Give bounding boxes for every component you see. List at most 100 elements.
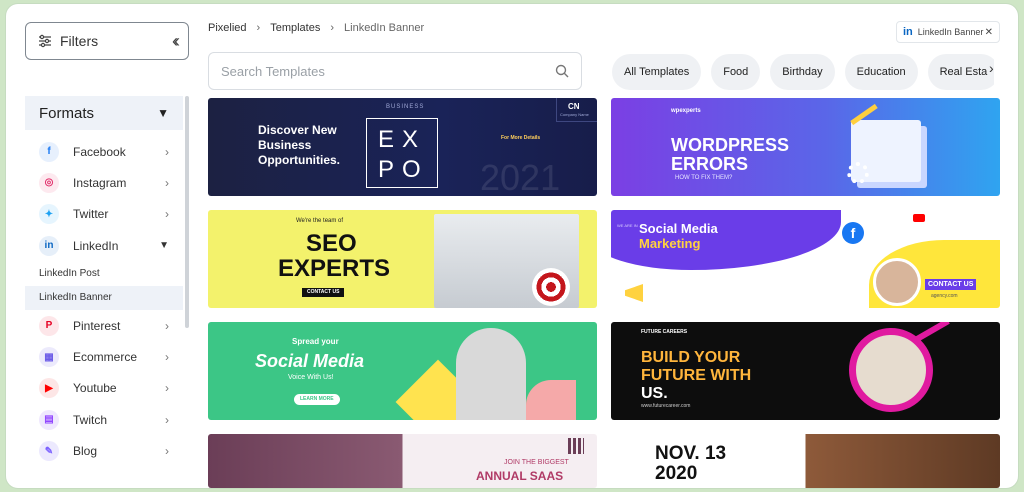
sliders-icon: [39, 34, 51, 48]
card-cta[interactable]: CONTACT US: [925, 279, 977, 290]
collapse-icon[interactable]: ‹‹: [172, 31, 180, 52]
card-main: Social Media: [255, 351, 365, 371]
gear-icon: [847, 162, 869, 184]
card-line-2: Marketing: [639, 236, 701, 251]
sidebar-item-twitch[interactable]: ▤ Twitch ›: [25, 404, 183, 435]
megaphone-icon: [625, 284, 643, 302]
template-card-seo[interactable]: We're the team of SEO EXPERTS CONTACT US: [208, 210, 597, 308]
search-box: [208, 52, 582, 90]
template-card-social-marketing[interactable]: WE ARE IN Social Media Marketing CONTACT…: [611, 210, 1000, 308]
qr-code-icon: [568, 438, 584, 454]
sidebar-item-label: Twitter: [73, 207, 109, 222]
sidebar-item-linkedin[interactable]: in LinkedIn ▼: [25, 230, 183, 261]
card-line-2: ANNUAL SAAS: [476, 469, 564, 483]
pinterest-icon: P: [39, 315, 59, 336]
card-line-1: NOV. 13: [655, 443, 727, 464]
twitch-icon: ▤: [39, 409, 59, 430]
chevron-right-icon: ›: [165, 144, 169, 159]
active-filter-label: LinkedIn Banner: [917, 27, 984, 37]
person-photo: [456, 328, 526, 420]
category-chips: All Templates Food Birthday Education Re…: [612, 54, 994, 90]
template-card-expo[interactable]: BUSINESS Discover New Business Opportuni…: [208, 98, 597, 196]
card-top: Spread your: [292, 337, 339, 346]
chevron-right-icon: ›: [165, 444, 169, 459]
chip-real-estate[interactable]: Real Esta: [927, 54, 994, 90]
card-tag: BUSINESS: [386, 104, 425, 110]
sidebar-item-label: Facebook: [73, 144, 126, 159]
sidebar-item-ecommerce[interactable]: ▦ Ecommerce ›: [25, 341, 183, 372]
template-card-future-careers[interactable]: FUTURE CAREERS BUILD YOUR FUTURE WITH US…: [611, 322, 1000, 420]
sidebar-item-instagram[interactable]: ◎ Instagram ›: [25, 167, 183, 198]
card-headline: Discover New Business Opportunities.: [258, 123, 340, 167]
accent-stripe: [912, 322, 950, 344]
chip-birthday[interactable]: Birthday: [770, 54, 835, 90]
card-line-2: FUTURE WITH: [641, 367, 752, 384]
sidebar-item-facebook[interactable]: f Facebook ›: [25, 136, 183, 167]
template-card-nov-2020[interactable]: NOV. 13 2020: [611, 434, 1000, 488]
card-line-2: 2020: [655, 463, 698, 484]
sidebar-item-label: Ecommerce: [73, 350, 138, 365]
card-big-text-2: PO: [378, 156, 429, 183]
sidebar-subitem-linkedin-post[interactable]: LinkedIn Post: [25, 261, 183, 286]
card-details: For More Details: [501, 135, 541, 141]
blog-icon: ✎: [39, 441, 59, 462]
twitter-icon: ✦: [39, 204, 59, 225]
card-top: We're the team of: [296, 218, 344, 224]
card-line-2: EXPERTS: [278, 255, 391, 282]
filters-button[interactable]: Filters ‹‹: [25, 22, 189, 60]
chevron-down-icon: ▼: [157, 106, 169, 120]
instagram-icon: ◎: [39, 172, 59, 193]
sidebar-item-label: Blog: [73, 444, 98, 459]
template-card-spread-social[interactable]: Spread your Social Media Voice With Us! …: [208, 322, 597, 420]
card-sub: Voice With Us!: [288, 374, 334, 381]
chevron-right-icon: ›: [165, 207, 169, 222]
sidebar-item-label: Youtube: [73, 381, 117, 396]
close-icon[interactable]: ✕: [985, 27, 993, 38]
card-year: 2021: [480, 157, 561, 196]
portrait-photo: [873, 258, 921, 306]
template-card-saas[interactable]: JOIN THE BIGGEST ANNUAL SAAS: [208, 434, 597, 488]
chevron-right-icon: ›: [165, 412, 169, 427]
card-url: www.futurecareer.com: [641, 403, 691, 409]
card-cta[interactable]: LEARN MORE: [294, 394, 340, 405]
youtube-icon: [913, 214, 925, 222]
youtube-icon: ▶: [39, 378, 59, 399]
sidebar-item-youtube[interactable]: ▶ Youtube ›: [25, 373, 183, 404]
chip-all-templates[interactable]: All Templates: [612, 54, 702, 90]
sidebar-subitem-linkedin-banner[interactable]: LinkedIn Banner: [25, 285, 183, 311]
card-line-1: WORDPRESS: [671, 135, 790, 155]
search-input[interactable]: [221, 63, 555, 79]
chevron-right-icon: ›: [165, 175, 169, 190]
filters-label: Filters: [60, 33, 99, 49]
card-line-1: JOIN THE BIGGEST: [504, 459, 569, 466]
card-small: WE ARE IN: [617, 223, 638, 228]
chip-education[interactable]: Education: [844, 54, 918, 90]
card-sub: HOW TO FIX THEM?: [675, 175, 733, 181]
active-filter-tag: in LinkedIn Banner ✕: [896, 21, 1000, 43]
ecommerce-icon: ▦: [39, 347, 59, 368]
breadcrumb-link-templates[interactable]: Templates: [270, 22, 320, 34]
linkedin-icon: in: [903, 26, 913, 38]
chevron-down-icon: ▼: [159, 240, 169, 252]
sidebar-item-twitter[interactable]: ✦ Twitter ›: [25, 199, 183, 230]
sidebar-scrollbar[interactable]: [185, 96, 189, 328]
sidebar-item-blog[interactable]: ✎ Blog ›: [25, 435, 183, 466]
sidebar-item-pinterest[interactable]: P Pinterest ›: [25, 310, 183, 341]
sidebar-item-label: LinkedIn: [73, 238, 119, 253]
chevron-right-icon: ›: [256, 22, 261, 34]
formats-label: Formats: [39, 104, 95, 122]
app-frame: Filters ‹‹ Formats ▼ f Facebook › ◎ Inst…: [6, 4, 1018, 488]
card-line-2: ERRORS: [671, 154, 749, 174]
card-brand: FUTURE CAREERS: [641, 329, 688, 335]
search-icon[interactable]: [555, 64, 569, 78]
card-cta[interactable]: CONTACT US: [302, 288, 345, 297]
card-logo: CN: [568, 102, 580, 111]
card-line-3: US.: [641, 385, 668, 402]
formats-header[interactable]: Formats ▼: [25, 96, 183, 130]
facebook-icon: f: [842, 222, 864, 244]
card-line-1: Social Media: [639, 221, 718, 236]
template-card-wordpress[interactable]: wpexperts WORDPRESS ERRORS HOW TO FIX TH…: [611, 98, 1000, 196]
chevron-right-icon[interactable]: ›: [989, 60, 994, 76]
chip-food[interactable]: Food: [711, 54, 761, 90]
breadcrumb-link-home[interactable]: Pixelied: [208, 22, 247, 34]
